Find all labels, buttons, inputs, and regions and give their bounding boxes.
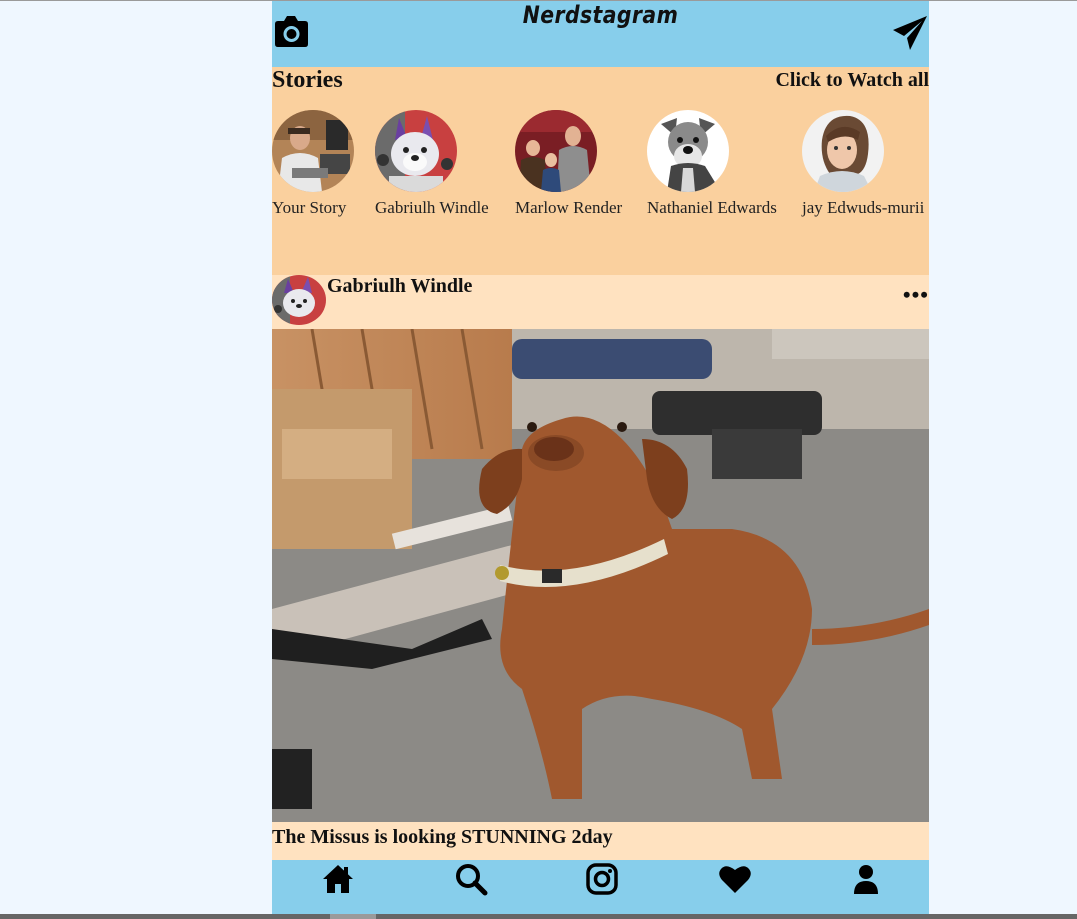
watch-all-link[interactable]: Click to Watch all xyxy=(775,69,929,92)
story-avatar[interactable] xyxy=(272,110,354,192)
instagram-icon[interactable] xyxy=(585,862,619,896)
paper-plane-icon[interactable] xyxy=(892,15,928,51)
story-avatar[interactable] xyxy=(375,110,457,192)
user-icon[interactable] xyxy=(849,862,883,896)
top-bar: Nerdstagram xyxy=(272,1,929,67)
story-name: Your Story xyxy=(272,198,347,217)
post-author-avatar[interactable] xyxy=(272,275,326,325)
story-item[interactable]: Marlow Render xyxy=(515,110,622,217)
bottom-navigation xyxy=(272,860,929,914)
more-options-icon[interactable]: ••• xyxy=(903,282,929,308)
app-logo-title: Nerdstagram xyxy=(522,1,679,29)
story-avatar[interactable] xyxy=(515,110,597,192)
post-image[interactable] xyxy=(272,329,929,822)
post-username[interactable]: Gabriulh Windle xyxy=(327,275,472,298)
post-caption-bar: The Missus is looking STUNNING 2day xyxy=(272,822,929,860)
story-name: Nathaniel Edwards xyxy=(647,198,777,217)
search-icon[interactable] xyxy=(454,862,488,896)
story-name: Marlow Render xyxy=(515,198,623,217)
story-item[interactable]: jay Edwuds-murii xyxy=(802,110,924,217)
nerdstagram-app: Nerdstagram Stories Click to Watch all Y… xyxy=(272,1,929,914)
story-avatar[interactable] xyxy=(802,110,884,192)
story-avatar[interactable] xyxy=(647,110,729,192)
heart-icon[interactable] xyxy=(718,862,752,896)
home-icon[interactable] xyxy=(321,862,355,896)
camera-icon[interactable] xyxy=(272,13,310,51)
story-item[interactable]: Nathaniel Edwards xyxy=(647,110,777,217)
story-name: Gabriulh Windle xyxy=(375,198,489,217)
stories-heading: Stories xyxy=(272,67,343,93)
post-header: Gabriulh Windle ••• xyxy=(272,275,929,329)
story-item[interactable]: Your Story xyxy=(272,110,354,217)
stories-section: Stories Click to Watch all Your Story Ga… xyxy=(272,67,929,275)
story-name: jay Edwuds-murii xyxy=(802,198,925,217)
scrollbar-thumb[interactable] xyxy=(330,914,376,919)
horizontal-scrollbar[interactable] xyxy=(0,914,1077,919)
post-caption: The Missus is looking STUNNING 2day xyxy=(272,826,613,848)
story-item[interactable]: Gabriulh Windle xyxy=(375,110,489,217)
